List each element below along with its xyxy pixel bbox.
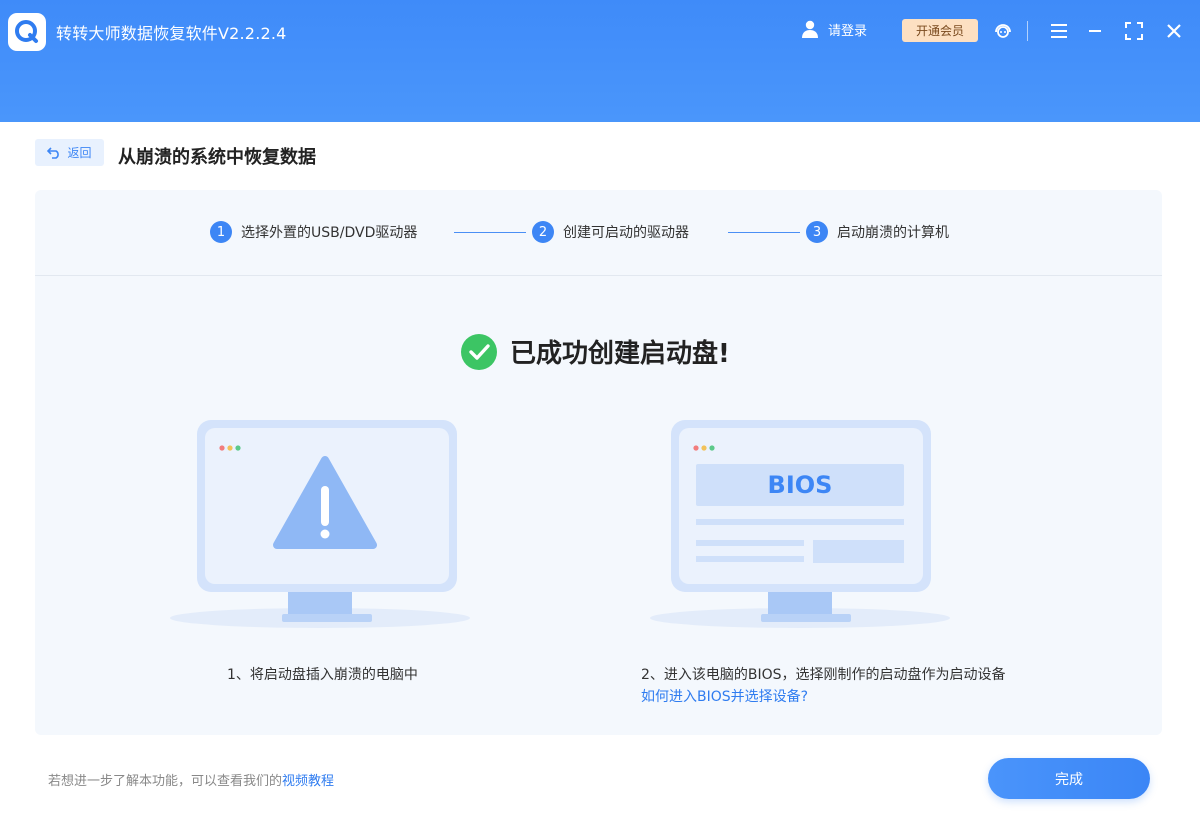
check-circle-icon (461, 333, 497, 370)
video-tutorial-link[interactable]: 视频教程 (282, 774, 334, 789)
close-icon[interactable] (1162, 19, 1186, 43)
step-connector (454, 232, 526, 233)
minimize-icon[interactable] (1083, 19, 1107, 43)
login-button[interactable]: 请登录 (800, 19, 867, 39)
maximize-icon[interactable] (1122, 19, 1146, 43)
right-caption: 2、进入该电脑的BIOS，选择刚制作的启动盘作为启动设备 (641, 667, 1006, 683)
support-icon[interactable] (991, 19, 1015, 43)
login-label: 请登录 (828, 23, 868, 39)
main-panel: 1 选择外置的USB/DVD驱动器 2 创建可启动的驱动器 3 启动崩溃的计算机… (35, 190, 1162, 735)
step-2-label: 创建可启动的驱动器 (563, 225, 689, 241)
footer-hint-text: 若想进一步了解本功能，可以查看我们的 (48, 774, 283, 789)
step-3-label: 启动崩溃的计算机 (837, 225, 949, 241)
step-connector (728, 232, 800, 233)
back-button[interactable]: 返回 (35, 139, 104, 166)
step-progress: 1 选择外置的USB/DVD驱动器 2 创建可启动的驱动器 3 启动崩溃的计算机 (35, 190, 1162, 276)
app-title: 转转大师数据恢复软件V2.2.2.4 (56, 24, 287, 43)
user-icon (802, 20, 818, 38)
undo-arrow-icon (47, 146, 60, 159)
footer-hint: 若想进一步了解本功能，可以查看我们的视频教程 (48, 770, 334, 789)
step-3: 3 启动崩溃的计算机 (806, 221, 949, 243)
success-message: 已成功创建启动盘! (510, 339, 730, 369)
step-1-number: 1 (210, 221, 232, 243)
title-bar: 转转大师数据恢复软件V2.2.2.4 请登录 开通会员 (0, 0, 1200, 122)
bios-computer-illustration: BIOS (630, 418, 960, 637)
app-logo (8, 13, 46, 51)
page-title: 从崩溃的系统中恢复数据 (118, 147, 316, 168)
left-caption: 1、将启动盘插入崩溃的电脑中 (227, 667, 418, 683)
done-button[interactable]: 完成 (988, 758, 1150, 799)
step-2: 2 创建可启动的驱动器 (532, 221, 689, 243)
bios-help-link[interactable]: 如何进入BIOS并选择设备? (641, 686, 808, 706)
logo-icon (15, 20, 38, 43)
bios-label: BIOS (768, 471, 833, 499)
step-3-number: 3 (806, 221, 828, 243)
step-2-number: 2 (532, 221, 554, 243)
back-label: 返回 (67, 146, 92, 160)
menu-icon[interactable] (1047, 19, 1071, 43)
step-1: 1 选择外置的USB/DVD驱动器 (210, 221, 417, 243)
success-banner: 已成功创建启动盘! (461, 333, 730, 370)
crashed-computer-illustration (155, 418, 485, 637)
header-divider (1027, 21, 1028, 41)
step-1-label: 选择外置的USB/DVD驱动器 (241, 225, 418, 241)
vip-button[interactable]: 开通会员 (902, 19, 978, 42)
